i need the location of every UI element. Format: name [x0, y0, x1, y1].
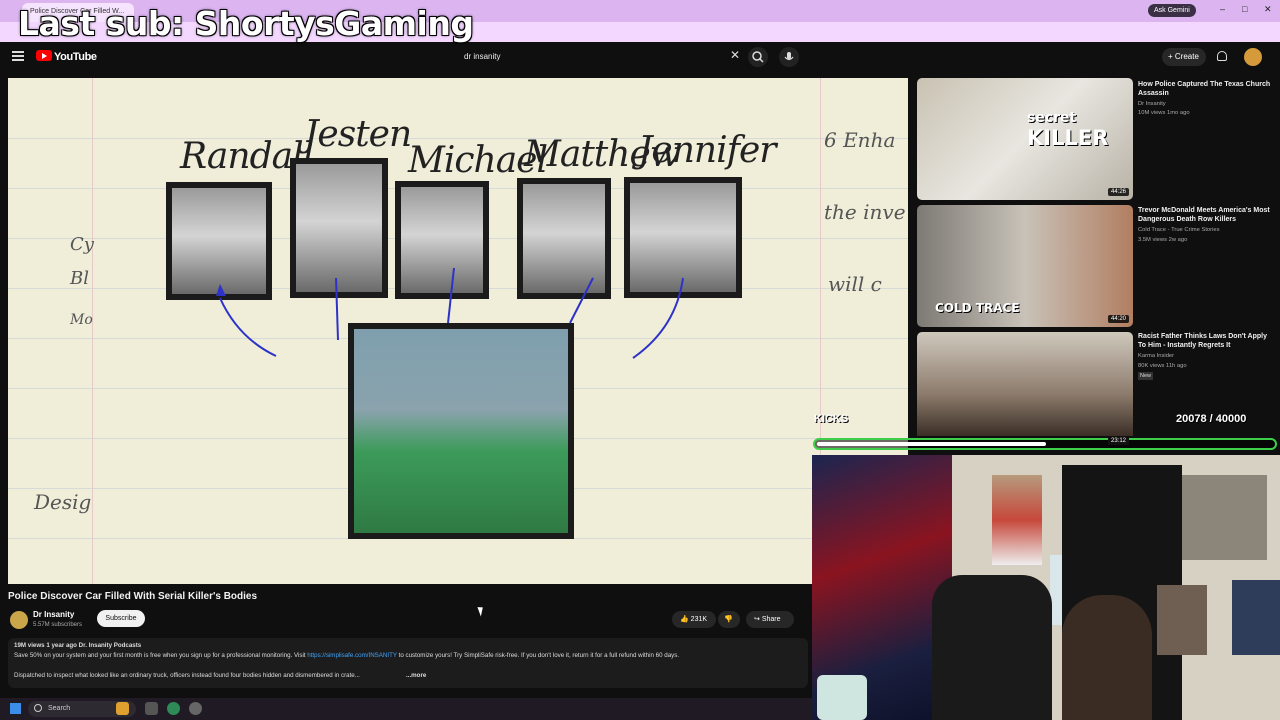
- windows-start-icon[interactable]: [10, 703, 21, 714]
- account-avatar[interactable]: [1244, 48, 1262, 66]
- thumbs-down-icon: 👎: [724, 616, 733, 623]
- close-window-icon[interactable]: ✕: [1264, 4, 1272, 15]
- search-icon: [34, 704, 42, 712]
- kicks-progress-bar: [813, 438, 1277, 450]
- description-text: Save 50% on your system and your first m…: [14, 652, 308, 659]
- microphone-icon: [784, 52, 794, 61]
- side-note: Desig: [34, 490, 92, 514]
- description-line: Save 50% on your system and your first m…: [14, 652, 679, 659]
- streamer-webcam: [812, 455, 1280, 720]
- kicks-progress-fill: [817, 442, 1046, 446]
- gaming-chair: [932, 575, 1052, 720]
- show-more-link[interactable]: ...more: [406, 672, 426, 679]
- side-note: 6 Enha: [824, 128, 896, 152]
- create-label: Create: [1174, 52, 1199, 61]
- taskbar-widget-icon[interactable]: [116, 702, 129, 715]
- new-badge: New: [1138, 372, 1154, 380]
- recommendation-title[interactable]: Racist Father Thinks Laws Don't Apply To…: [1138, 332, 1274, 350]
- youtube-logo-icon[interactable]: [36, 50, 52, 61]
- recommendation-thumbnail[interactable]: COLD TRACE 44:20: [917, 205, 1133, 327]
- description-text: to customize yours! Try SimpliSafe risk-…: [396, 652, 680, 659]
- video-player[interactable]: Randall Jesten Michael Matthew Jennifer …: [8, 78, 908, 584]
- channel-name[interactable]: Dr Insanity: [33, 610, 74, 619]
- share-button[interactable]: ↪ Share: [746, 611, 794, 628]
- side-note: will c: [828, 272, 882, 296]
- like-button[interactable]: 👍 231K: [672, 611, 716, 628]
- video-stats: 19M views 1 year ago Dr. Insanity Podcas…: [14, 642, 142, 649]
- dislike-button[interactable]: 👎: [718, 611, 740, 628]
- recommendation-thumbnail[interactable]: [917, 332, 1133, 436]
- kicks-goal-label: KICKS: [814, 413, 849, 425]
- recommendation-channel[interactable]: Karma Insider: [1138, 353, 1174, 359]
- windows-taskbar: Search: [0, 698, 812, 720]
- mouse-cursor: [477, 605, 486, 617]
- recommendation-channel[interactable]: Dr Insanity: [1138, 101, 1166, 107]
- like-count: 231K: [690, 616, 708, 623]
- channel-avatar[interactable]: [10, 611, 28, 629]
- wall-poster: [1157, 585, 1207, 655]
- youtube-logo-text[interactable]: YouTube: [54, 51, 97, 63]
- wall-poster: [992, 475, 1042, 565]
- thumbnail-text: KILLER: [1027, 126, 1109, 150]
- share-label: Share: [761, 616, 781, 623]
- thumbnail-text: secret: [1027, 110, 1077, 126]
- subscriber-count: 5.57M subscribers: [33, 622, 83, 628]
- video-duration: 44:26: [1107, 188, 1129, 196]
- wall-poster: [1232, 580, 1280, 655]
- minimize-icon[interactable]: –: [1220, 4, 1225, 14]
- side-note: Bl: [70, 268, 89, 289]
- sponsor-link[interactable]: https://simplisafe.com/INSANITY: [307, 652, 397, 659]
- recommendation-thumbnail[interactable]: secret KILLER 44:26: [917, 78, 1133, 200]
- description-line: Dispatched to inspect what looked like a…: [14, 672, 360, 679]
- recommendation-meta: 80K views 11h ago: [1138, 363, 1187, 369]
- task-view-icon[interactable]: [145, 702, 158, 715]
- drink-can: [817, 675, 867, 720]
- thumbnail-text: COLD TRACE: [935, 301, 1020, 315]
- description-box[interactable]: 19M views 1 year ago Dr. Insanity Podcas…: [8, 638, 808, 688]
- maximize-icon[interactable]: □: [1242, 4, 1247, 14]
- recommendation-meta: 10M views 1mo ago: [1138, 110, 1190, 116]
- app-icon[interactable]: [189, 702, 202, 715]
- voice-search-button[interactable]: [779, 47, 799, 67]
- last-sub-overlay: Last sub: ShortysGaming: [18, 4, 474, 43]
- recommendation-title[interactable]: Trevor McDonald Meets America's Most Dan…: [1138, 206, 1274, 224]
- video-title: Police Discover Car Filled With Serial K…: [8, 591, 258, 602]
- youtube-masthead: YouTube dr insanity ✕ + Create: [0, 42, 1280, 74]
- create-button[interactable]: + Create: [1162, 48, 1206, 66]
- recommendation-channel[interactable]: Cold Trace - True Crime Stories: [1138, 227, 1220, 233]
- menu-icon[interactable]: [12, 51, 24, 61]
- streamer: [1062, 595, 1152, 720]
- recommendation-meta: 3.5M views 2w ago: [1138, 237, 1188, 243]
- search-icon: [752, 51, 764, 63]
- recommendation-title[interactable]: How Police Captured The Texas Church Ass…: [1138, 80, 1274, 98]
- kicks-goal-count: 20078 / 40000: [1176, 413, 1247, 425]
- side-note: Mo: [70, 312, 93, 328]
- notifications-bell-icon[interactable]: [1217, 51, 1227, 61]
- search-input[interactable]: dr insanity: [456, 47, 746, 69]
- search-button[interactable]: [748, 47, 768, 67]
- arrow-annotations: [216, 267, 684, 359]
- side-note: the inve: [824, 200, 906, 224]
- video-duration: 23:12: [1108, 437, 1130, 445]
- wall-poster: [1182, 475, 1267, 560]
- ask-gemini-button[interactable]: Ask Gemini: [1148, 4, 1196, 17]
- clear-search-icon[interactable]: ✕: [730, 48, 740, 62]
- side-note: Cy: [70, 234, 94, 255]
- chrome-icon[interactable]: [167, 702, 180, 715]
- subscribe-button[interactable]: Subscribe: [97, 610, 145, 627]
- video-duration: 44:20: [1107, 315, 1129, 323]
